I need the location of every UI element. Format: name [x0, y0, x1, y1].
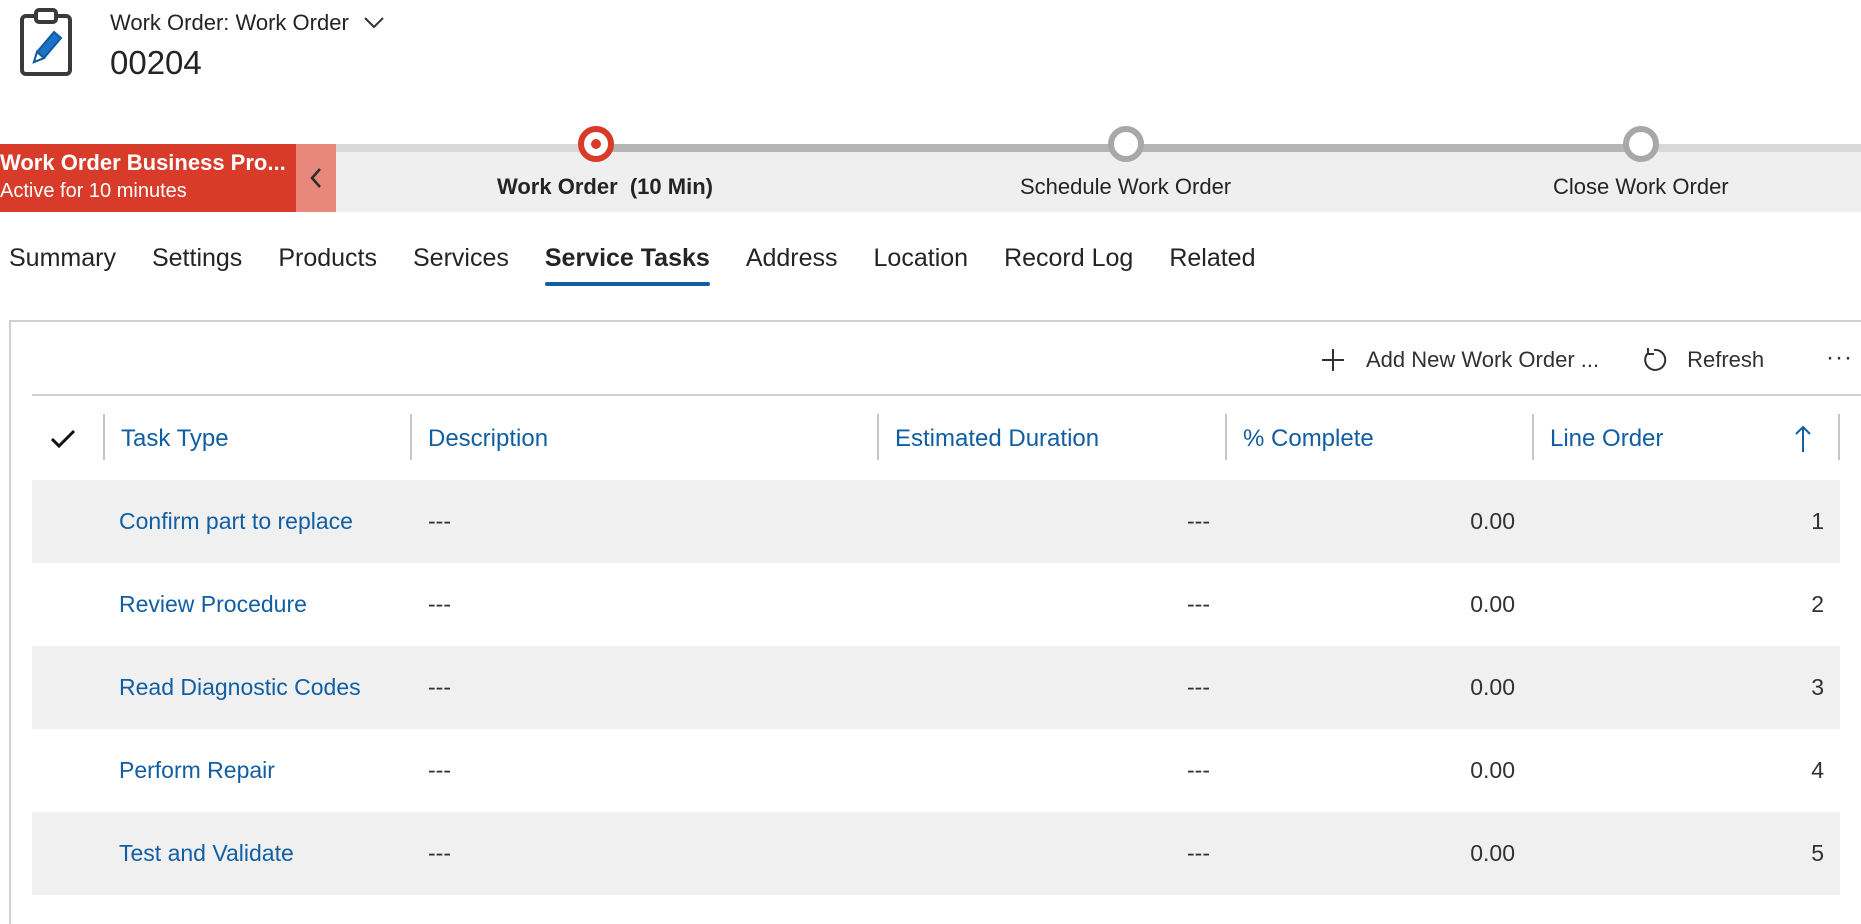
stage-marker-work-order[interactable]: [578, 126, 614, 162]
column-header-line-order[interactable]: Line Order: [1550, 404, 1663, 474]
subgrid-command-bar: Add New Work Order ... Refresh: [1320, 347, 1806, 373]
tab-location[interactable]: Location: [874, 244, 969, 283]
percent-complete-cell: 0.00: [1470, 840, 1515, 866]
add-button-label: Add New Work Order ...: [1366, 347, 1600, 372]
tab-services[interactable]: Services: [413, 244, 509, 283]
entity-form-selector[interactable]: Work Order: Work Order: [110, 10, 385, 36]
column-divider: [877, 414, 879, 460]
estimated-duration-cell: ---: [1187, 674, 1210, 700]
stage-label-schedule-work-order[interactable]: Schedule Work Order: [1020, 174, 1231, 200]
stage-connector: [1641, 144, 1861, 152]
chevron-left-icon: [310, 168, 321, 188]
line-order-cell: 1: [1811, 508, 1824, 534]
refresh-button[interactable]: Refresh: [1641, 347, 1764, 373]
chevron-down-icon: [364, 17, 384, 29]
description-cell: ---: [428, 840, 451, 866]
column-divider: [1225, 414, 1227, 460]
percent-complete-cell: 0.00: [1470, 757, 1515, 783]
tab-products[interactable]: Products: [278, 244, 377, 283]
add-new-work-order-button[interactable]: Add New Work Order ...: [1320, 347, 1599, 373]
business-process-flow: Work Order Business Pro... Active for 10…: [0, 126, 1861, 212]
plus-icon: [1320, 347, 1346, 373]
entity-label: Work Order: Work Order: [110, 10, 349, 35]
process-active-duration: Active for 10 minutes: [0, 180, 187, 202]
column-header-estimated-duration[interactable]: Estimated Duration: [895, 404, 1099, 474]
task-type-link[interactable]: Test and Validate: [119, 812, 294, 895]
percent-complete-cell: 0.00: [1470, 591, 1515, 617]
description-cell: ---: [428, 674, 451, 700]
task-type-link[interactable]: Confirm part to replace: [119, 480, 353, 563]
estimated-duration-cell: ---: [1187, 757, 1210, 783]
sort-ascending-icon[interactable]: [1794, 404, 1812, 474]
table-row[interactable]: Review Procedure --- --- 0.00 2: [32, 563, 1840, 646]
estimated-duration-cell: ---: [1187, 591, 1210, 617]
refresh-button-label: Refresh: [1687, 347, 1765, 372]
task-type-link[interactable]: Read Diagnostic Codes: [119, 646, 361, 729]
record-number: 00204: [110, 44, 202, 81]
column-header-description[interactable]: Description: [428, 404, 548, 474]
description-cell: ---: [428, 757, 451, 783]
column-divider: [410, 414, 412, 460]
description-cell: ---: [428, 591, 451, 617]
task-type-link[interactable]: Perform Repair: [119, 729, 275, 812]
stage-label-close-work-order[interactable]: Close Work Order: [1553, 174, 1729, 200]
stage-marker-close-work-order[interactable]: [1623, 126, 1659, 162]
table-row[interactable]: Test and Validate --- --- 0.00 5: [32, 812, 1840, 895]
estimated-duration-cell: ---: [1187, 840, 1210, 866]
stage-connector: [1126, 144, 1641, 152]
select-all-checkbox[interactable]: [50, 404, 90, 474]
stage-connector: [596, 144, 1126, 152]
command-bar-divider: [32, 394, 1861, 396]
description-cell: ---: [428, 508, 451, 534]
line-order-cell: 3: [1811, 674, 1824, 700]
table-row[interactable]: Perform Repair --- --- 0.00 4: [32, 729, 1840, 812]
collapse-process-button[interactable]: [296, 144, 336, 212]
percent-complete-cell: 0.00: [1470, 674, 1515, 700]
tab-summary[interactable]: Summary: [9, 244, 116, 283]
tab-related[interactable]: Related: [1169, 244, 1255, 283]
estimated-duration-cell: ---: [1187, 508, 1210, 534]
form-tabs: Summary Settings Products Services Servi…: [9, 244, 1291, 286]
clipboard-edit-icon: [18, 6, 74, 78]
stage-connector: [336, 144, 596, 152]
tab-record-log[interactable]: Record Log: [1004, 244, 1133, 283]
tab-service-tasks[interactable]: Service Tasks: [544, 244, 710, 286]
tab-settings[interactable]: Settings: [152, 244, 242, 283]
stage-label-work-order[interactable]: Work Order (10 Min): [497, 174, 713, 200]
line-order-cell: 5: [1811, 840, 1824, 866]
column-divider: [1838, 414, 1840, 460]
refresh-icon: [1641, 347, 1667, 373]
grid-header-row: Task Type Description Estimated Duration…: [32, 404, 1840, 474]
more-commands-button[interactable]: ···: [1826, 344, 1853, 372]
process-name: Work Order Business Pro...: [0, 150, 286, 175]
process-panel[interactable]: Work Order Business Pro... Active for 10…: [0, 144, 296, 212]
tab-address[interactable]: Address: [746, 244, 838, 283]
column-divider: [1532, 414, 1534, 460]
task-type-link[interactable]: Review Procedure: [119, 563, 307, 646]
stage-marker-schedule-work-order[interactable]: [1108, 126, 1144, 162]
table-row[interactable]: Confirm part to replace --- --- 0.00 1: [32, 480, 1840, 563]
line-order-cell: 4: [1811, 757, 1824, 783]
checkmark-icon: [50, 429, 76, 449]
column-header-task-type[interactable]: Task Type: [121, 404, 229, 474]
percent-complete-cell: 0.00: [1470, 508, 1515, 534]
table-row[interactable]: Read Diagnostic Codes --- --- 0.00 3: [32, 646, 1840, 729]
column-header-percent-complete[interactable]: % Complete: [1243, 404, 1374, 474]
column-divider: [103, 414, 105, 460]
line-order-cell: 2: [1811, 591, 1824, 617]
